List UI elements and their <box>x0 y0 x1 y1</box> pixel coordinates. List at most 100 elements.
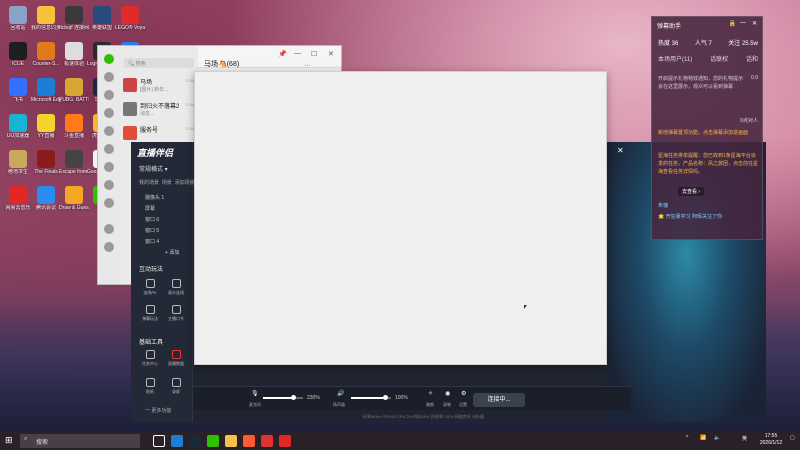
close-button[interactable]: ✕ <box>328 50 334 58</box>
tool-record[interactable]: 录屏 <box>163 378 189 400</box>
desktop-icon[interactable]: Counter-S... <box>31 40 61 78</box>
tool-danmaku-game[interactable]: 弹幕玩法 <box>137 305 163 327</box>
chevron-up-icon[interactable]: ^ <box>686 435 688 441</box>
steam-taskbar-icon[interactable] <box>189 435 201 447</box>
search-input[interactable]: 🔍 搜索 <box>124 58 194 68</box>
chat-icon[interactable] <box>104 72 114 82</box>
desktop-icon[interactable]: Draw & Guess <box>59 184 89 222</box>
explorer-taskbar-icon[interactable] <box>225 435 237 447</box>
tool-sticker[interactable]: 贴纸 <box>137 378 163 400</box>
desktop-icon[interactable]: PUBG: BATTLEGR... <box>59 76 89 114</box>
slider-knob[interactable] <box>382 395 388 400</box>
desktop-icon[interactable]: UU加速器 <box>3 112 33 150</box>
chat-list-item[interactable]: 马场 [图片] 新年... 17:55 <box>120 74 198 98</box>
desktop-icon-label: LEGO® Voyages <box>115 25 145 31</box>
netease-music-taskbar-icon[interactable] <box>279 435 291 447</box>
channels-icon[interactable] <box>104 162 114 172</box>
volume-icon[interactable]: 🔈 <box>714 435 720 441</box>
close-button[interactable]: ✕ <box>752 20 757 27</box>
panel-tabs: 本场用户(11) 话联权 话和 <box>658 54 758 63</box>
scene-item[interactable]: 摄像头 1 <box>145 194 164 201</box>
clock-time: 17:55 <box>764 433 778 439</box>
desktop-icon[interactable]: YY直播 <box>31 112 61 150</box>
app1-taskbar-icon[interactable] <box>243 435 255 447</box>
danmaku-assistant-panel[interactable]: 弹幕助手 🔒 — ✕ 热度 36 人气 7 关注 25.5w 本场用户(11) … <box>651 16 763 240</box>
close-icon[interactable]: ✕ <box>617 146 624 155</box>
speaker-volume-slider[interactable] <box>351 395 391 400</box>
speaker-icon[interactable]: 🔊 <box>337 390 344 397</box>
desktop-icon[interactable]: dcbqtf 连接网络 <box>59 4 89 42</box>
minimize-button[interactable]: — <box>294 50 301 57</box>
menu-icon[interactable] <box>104 242 114 252</box>
scene-item[interactable]: 窗口 6 <box>145 216 159 223</box>
lock-icon[interactable]: 🔒 <box>729 20 736 27</box>
tab-my-scenes[interactable]: 我的场景 <box>139 180 159 186</box>
desktop-icon[interactable]: Escape from Tarkov <box>59 148 89 186</box>
tab-scenes[interactable]: 场景 <box>162 180 172 186</box>
windows-start-icon[interactable]: ⊞ <box>5 435 13 446</box>
scene-item[interactable]: 窗口 4 <box>145 238 159 245</box>
avatar[interactable] <box>104 54 114 64</box>
app2-taskbar-icon[interactable] <box>261 435 273 447</box>
scene-item[interactable]: 屏幕 <box>145 205 155 212</box>
phone-icon[interactable] <box>104 224 114 234</box>
stats-row: 热度 36 人气 7 关注 25.5w <box>658 38 758 47</box>
moments-icon[interactable] <box>104 144 114 154</box>
desktop-icon[interactable]: LEGO® Voyages <box>115 4 145 42</box>
desktop-icon[interactable]: 回收站 <box>3 4 33 42</box>
notification-icon[interactable]: ▢ <box>790 435 795 441</box>
add-source-button[interactable]: + 添加 <box>165 249 179 256</box>
beauty-icon[interactable]: ✧ <box>428 390 433 397</box>
desktop-icon[interactable]: 英雄联盟 <box>87 4 117 42</box>
desktop-icon[interactable]: ICUE <box>3 40 33 78</box>
settings-icon[interactable]: ⚙ <box>461 390 466 397</box>
scene-item[interactable]: 窗口 5 <box>145 227 159 234</box>
tool-pk[interactable]: 连线PK <box>137 279 163 301</box>
start-stream-button[interactable]: 连接中... <box>473 393 525 407</box>
desktop-icon[interactable]: 斗鱼直播 <box>59 112 89 150</box>
contacts-icon[interactable] <box>104 90 114 100</box>
favorites-icon[interactable] <box>104 108 114 118</box>
tool-task-center[interactable]: 任务中心 <box>137 350 163 372</box>
mini-program-icon[interactable] <box>104 198 114 208</box>
search-icon: ⌕ <box>24 436 28 442</box>
pin-icon[interactable]: 📌 <box>278 50 287 58</box>
desktop-icon[interactable]: 绝地求生 <box>3 148 33 186</box>
tool-stream-data[interactable]: 直播数据 <box>163 350 189 372</box>
desktop-icon[interactable]: 我的信息同步 <box>31 4 61 42</box>
taskbar-search-input[interactable]: ⌕ 搜索 <box>20 434 140 448</box>
task-view-taskbar-icon[interactable] <box>153 435 165 447</box>
desktop-icon[interactable]: 网易云音乐 <box>3 184 33 222</box>
followers-stat: 关注 25.5w <box>728 41 758 47</box>
record-icon[interactable]: ◉ <box>445 390 450 397</box>
desktop-icon[interactable]: 腾讯会议 <box>31 184 61 222</box>
more-features-button[interactable]: 一 更多功能 <box>145 407 171 414</box>
files-icon[interactable] <box>104 126 114 136</box>
chat-list-item[interactable]: 到归火不落幕2 消息... 17:50 <box>120 98 198 122</box>
blank-dialog-window[interactable] <box>194 71 607 365</box>
desktop-icon[interactable]: The Finals <box>31 148 61 186</box>
edge-taskbar-icon[interactable] <box>171 435 183 447</box>
input-language[interactable]: 英 <box>742 435 747 442</box>
tab-second[interactable]: 话联权 <box>710 54 728 63</box>
search-icon[interactable] <box>104 180 114 190</box>
mic-volume-slider[interactable] <box>263 395 303 400</box>
view-details-button[interactable]: 去查看 › <box>678 187 705 196</box>
wifi-icon[interactable]: 📶 <box>700 435 706 441</box>
tab-third[interactable]: 话和 <box>746 54 758 63</box>
desktop-icon[interactable]: 飞书 <box>3 76 33 114</box>
wechat-taskbar-icon[interactable] <box>207 435 219 447</box>
tab-add-scene[interactable]: 添加场景 <box>175 180 195 186</box>
slider-knob[interactable] <box>290 395 296 400</box>
desktop-icon[interactable]: 极速体验 <box>59 40 89 78</box>
desktop-icon[interactable]: Microsoft Edge <box>31 76 61 114</box>
minimize-button[interactable]: — <box>740 20 746 26</box>
tool-audience-link[interactable]: 观众连线 <box>163 279 189 301</box>
more-options-button[interactable]: ··· <box>304 62 311 69</box>
tab-users[interactable]: 本场用户(11) <box>658 54 692 63</box>
tool-host-command[interactable]: 主播口令 <box>163 305 189 327</box>
microphone-icon[interactable]: 🎙 <box>251 390 259 397</box>
clock[interactable]: 17:55 2026/1/12 <box>755 433 787 447</box>
mode-dropdown[interactable]: 常规横式 ▾ <box>139 164 168 173</box>
maximize-button[interactable]: ☐ <box>311 50 317 58</box>
